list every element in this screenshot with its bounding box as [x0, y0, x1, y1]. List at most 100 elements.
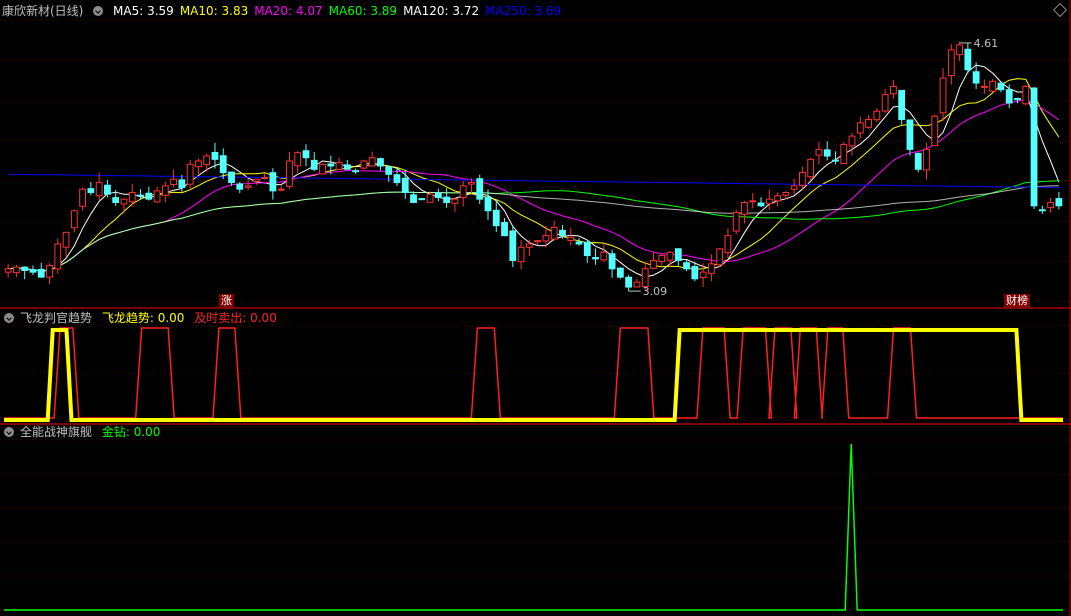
candle-body	[699, 271, 707, 279]
candle-body	[211, 151, 219, 160]
candle-body	[724, 235, 732, 254]
candle-body	[964, 48, 972, 71]
candle-body	[87, 188, 95, 194]
candle-body	[401, 177, 409, 194]
trend-signal-line	[4, 328, 1063, 422]
candle-body	[757, 202, 765, 207]
candle-body	[319, 163, 326, 175]
candle-body	[426, 193, 434, 203]
candle-body	[410, 194, 417, 203]
candle-body	[178, 179, 186, 189]
ma-legend-item: MA120: 3.72	[403, 4, 480, 18]
candle-body	[335, 162, 343, 171]
candle-body	[550, 226, 558, 240]
candle-body	[244, 185, 252, 188]
candle-body	[534, 240, 542, 243]
candle-body	[418, 198, 426, 201]
low-price-label: 3.09	[643, 285, 668, 298]
candle-body	[261, 177, 269, 180]
candle-body	[749, 200, 757, 203]
candle-body	[203, 155, 211, 166]
candle-body	[823, 149, 831, 157]
candle-body	[252, 178, 260, 182]
candle-body	[294, 152, 302, 167]
candle-body	[625, 276, 633, 288]
panel3-gold-label: 金钻: 0.00	[101, 425, 161, 439]
ma-legend-item: MA10: 3.83	[179, 4, 249, 18]
badge-zhang[interactable]: 涨	[219, 294, 234, 308]
candle-body	[658, 255, 666, 262]
candle-body	[393, 174, 401, 184]
candle-body	[54, 243, 62, 270]
candle-body	[881, 94, 889, 112]
candle-body	[567, 236, 575, 241]
candle-body	[368, 157, 376, 167]
candle-body	[790, 185, 798, 190]
candle-body	[807, 158, 815, 178]
candle-body	[840, 143, 848, 165]
candle-body	[972, 71, 980, 84]
candle-body	[509, 230, 517, 262]
candle-body	[1047, 201, 1054, 209]
candle-body	[269, 172, 277, 192]
candle-body	[1014, 98, 1021, 101]
candle-body	[476, 178, 484, 200]
candle-body	[434, 192, 442, 198]
candle-body	[128, 192, 136, 203]
candle-body	[856, 122, 864, 134]
candle-body	[832, 159, 839, 162]
candle-body	[277, 188, 285, 191]
candle-body	[46, 265, 53, 278]
candle-body	[741, 201, 748, 215]
candle-body	[228, 171, 235, 184]
candle-body	[997, 82, 1005, 91]
candle-body	[765, 198, 773, 205]
ma-legend-item: MA60: 3.89	[328, 4, 398, 18]
candle-body	[633, 281, 641, 288]
panel2-knob-icon[interactable]	[4, 313, 14, 323]
main-panel-header: 康欣新材(日线) MA5: 3.59 MA10: 3.83 MA20: 4.07 MA…	[2, 3, 573, 19]
candle-body	[732, 211, 740, 232]
candle-body	[451, 198, 459, 204]
candle-body	[865, 119, 872, 128]
candlesticks	[4, 41, 1063, 292]
candle-body	[666, 251, 674, 261]
candle-body	[989, 80, 997, 92]
candle-body	[889, 85, 897, 95]
candle-body	[517, 246, 525, 263]
candle-body	[161, 185, 169, 196]
panel2-title: 飞龙判官趋势	[20, 311, 93, 325]
candle-body	[352, 170, 360, 173]
candle-body	[137, 194, 144, 197]
candle-body	[310, 159, 318, 170]
badge-caibang[interactable]: 财榜	[1004, 294, 1030, 308]
candle-body	[931, 115, 939, 147]
panel2-trend-label: 飞龙趋势: 0.00	[101, 311, 185, 325]
candle-body	[716, 248, 724, 266]
candle-body	[377, 158, 384, 167]
candle-body	[575, 241, 583, 245]
candle-body	[236, 183, 244, 190]
candle-body	[459, 185, 467, 199]
ma-legend-item: MA20: 4.07	[254, 4, 323, 18]
candle-body	[360, 160, 368, 169]
candle-body	[1022, 85, 1030, 105]
candle-body	[468, 182, 475, 185]
panel2-indicator	[4, 327, 1063, 422]
candle-body	[923, 148, 930, 171]
grid	[0, 0, 1071, 616]
panel2-header: 飞龙判官趋势 飞龙趋势: 0.00 及时卖出: 0.00	[4, 310, 283, 326]
candle-body	[219, 155, 227, 174]
candle-body	[1038, 209, 1046, 212]
panel3-knob-icon[interactable]	[4, 427, 14, 437]
candle-body	[62, 231, 70, 248]
settings-knob-icon[interactable]	[93, 6, 104, 16]
candle-body	[906, 119, 914, 150]
candle-body	[798, 172, 806, 187]
candle-body	[600, 251, 608, 261]
high-price-label: 4.61	[974, 37, 999, 50]
candle-body	[37, 268, 45, 278]
candle-body	[650, 260, 657, 269]
candle-body	[525, 243, 533, 248]
candle-body	[683, 262, 690, 270]
